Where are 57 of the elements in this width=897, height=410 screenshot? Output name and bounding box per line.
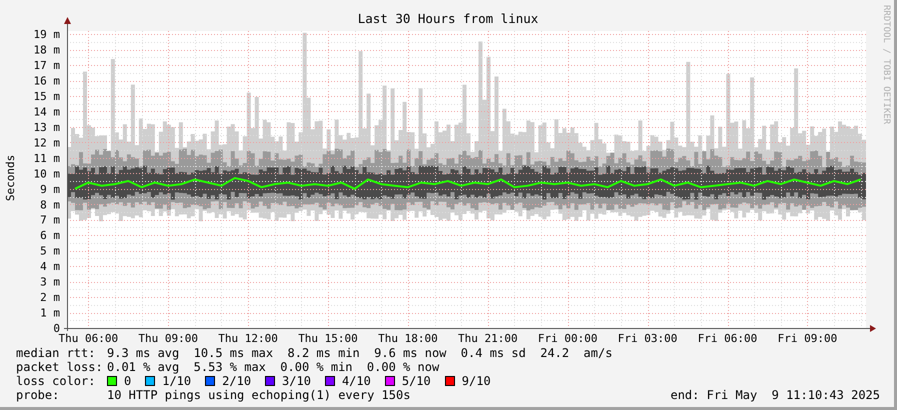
chart-title: Last 30 Hours from linux (358, 11, 538, 26)
tick-label: 7 m (40, 214, 60, 227)
tick-label: 17 m (34, 59, 60, 72)
legend-value: 0.01 % avg (107, 360, 180, 374)
legend-value: am/s (584, 346, 612, 360)
tick-label: 10 m (34, 167, 60, 180)
tick-label: 9 m (40, 182, 60, 196)
tick-label: 12 m (34, 136, 60, 150)
tick-label: Thu 18:00 (378, 332, 438, 345)
legend-value: 9.6 ms now (374, 346, 446, 360)
legend-value: 5.53 % max (194, 360, 266, 374)
tick-label: Fri 03:00 (618, 332, 678, 345)
tick-label: Fri 00:00 (538, 332, 598, 345)
tick-label: 0 (53, 322, 60, 335)
legend-value: 5/10 (402, 374, 431, 388)
tick-label: 18 m (34, 44, 60, 57)
legend-value: 0.00 % now (366, 360, 440, 374)
legend-value: 4/10 (342, 374, 371, 388)
tick-label: Thu 06:00 (58, 332, 118, 345)
tick-label: Thu 12:00 (218, 332, 278, 345)
legend-value: 10.5 ms max (194, 346, 274, 360)
legend-value: 8.2 ms min (288, 346, 360, 360)
legend-value: 3/10 (282, 374, 311, 388)
legend-value: 9/10 (462, 374, 491, 388)
legend-value: 24.2 (540, 346, 570, 360)
tick-label: Fri 09:00 (778, 332, 838, 345)
credit-text: RRDTOOL / TOBI OETIKER (881, 5, 891, 124)
legend-value: 2/10 (222, 374, 252, 388)
tick-label: 2 m (40, 291, 60, 304)
tick-label: 16 m (34, 74, 60, 88)
tick-label: Thu 21:00 (458, 332, 518, 345)
legend-label: loss color: (16, 374, 96, 388)
tick-label: 14 m (34, 105, 60, 118)
tick-label: 13 m (34, 120, 60, 134)
legend-label: probe: (16, 388, 60, 402)
end-time: end: Fri May 9 11:10:43 2025 (670, 388, 880, 402)
probe-description: 10 HTTP pings using echoping(1) every 150s (107, 388, 410, 402)
tick-label: 4 m (40, 260, 60, 274)
tick-label: 11 m (34, 152, 60, 165)
legend-value: 0.4 ms sd (460, 346, 526, 360)
tick-label: Thu 15:00 (298, 332, 358, 345)
tick-label: 19 m (34, 28, 60, 42)
legend-label: packet loss: (16, 360, 104, 374)
tick-label: 5 m (40, 244, 60, 258)
legend-value: 1/10 (162, 374, 192, 388)
tick-label: Thu 09:00 (138, 332, 198, 345)
tick-label: 8 m (40, 198, 60, 212)
tick-label: Fri 06:00 (698, 332, 758, 345)
legend-value: 0.00 % min (280, 360, 353, 374)
tick-label: 15 m (34, 90, 60, 103)
tick-label: 3 m (40, 276, 60, 289)
legend-label: median rtt: (16, 346, 96, 360)
legend-value: 0 (124, 374, 132, 388)
tick-label: 1 m (40, 306, 60, 320)
legend-value: 9.3 ms avg (107, 346, 180, 360)
axis-title: Seconds (4, 154, 17, 202)
tick-label: 6 m (40, 229, 60, 242)
